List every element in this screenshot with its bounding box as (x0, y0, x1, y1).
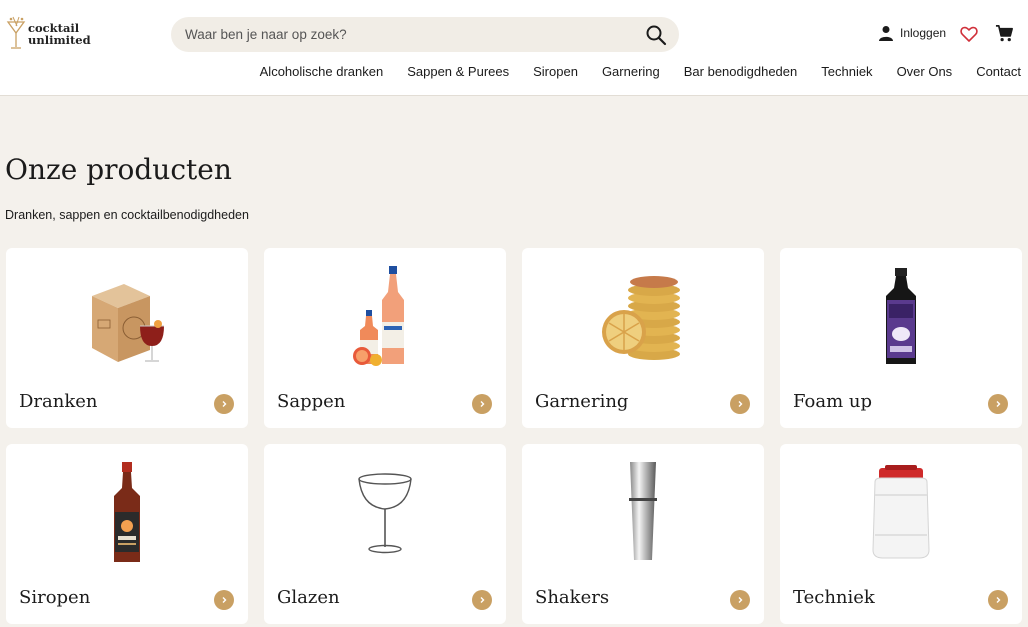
chevron-right-icon[interactable] (988, 394, 1008, 414)
page-title: Onze producten (5, 153, 232, 186)
drinks-box-icon (92, 284, 164, 362)
cocktail-logo-icon (6, 16, 26, 49)
category-label: Dranken (19, 391, 98, 412)
login-button[interactable]: Inloggen (878, 25, 946, 41)
chevron-right-icon[interactable] (472, 590, 492, 610)
cart-icon[interactable] (995, 24, 1014, 43)
wishlist-heart-icon[interactable] (960, 25, 978, 43)
syrup-bottle-icon (114, 462, 140, 562)
dried-citrus-icon (602, 276, 680, 360)
category-grid: Dranken Sappen Garnering Foam up Siropen… (6, 248, 1022, 624)
chevron-right-icon[interactable] (988, 590, 1008, 610)
category-label: Garnering (535, 391, 629, 412)
search-bar (171, 17, 679, 52)
chevron-right-icon[interactable] (730, 590, 750, 610)
brand-logo[interactable]: cocktail unlimited (6, 16, 96, 56)
chevron-right-icon[interactable] (472, 394, 492, 414)
login-label: Inloggen (900, 26, 947, 40)
category-card-siropen[interactable]: Siropen (6, 444, 248, 624)
category-card-dranken[interactable]: Dranken (6, 248, 248, 428)
nav-item-sappen-purees[interactable]: Sappen & Purees (407, 64, 509, 79)
search-input[interactable] (185, 27, 625, 42)
category-card-techniek[interactable]: Techniek (780, 444, 1022, 624)
nav-item-alcoholische-dranken[interactable]: Alcoholische dranken (260, 64, 384, 79)
nav-item-garnering[interactable]: Garnering (602, 64, 660, 79)
category-label: Techniek (793, 587, 875, 608)
category-card-sappen[interactable]: Sappen (264, 248, 506, 428)
category-card-shakers[interactable]: Shakers (522, 444, 764, 624)
brand-wordmark: cocktail unlimited (28, 22, 91, 46)
coupe-glass-icon (358, 473, 412, 554)
user-icon (879, 26, 893, 41)
category-label: Glazen (277, 587, 340, 608)
page-subtitle: Dranken, sappen en cocktailbenodigdheden (5, 208, 249, 222)
site-header: cocktail unlimited Inloggen Alcoholische… (0, 0, 1028, 96)
chevron-right-icon[interactable] (214, 394, 234, 414)
nav-item-over-ons[interactable]: Over Ons (897, 64, 953, 79)
category-label: Sappen (277, 391, 346, 412)
category-card-garnering[interactable]: Garnering (522, 248, 764, 428)
category-label: Shakers (535, 587, 610, 608)
main-nav: Alcoholische dranken Sappen & Purees Sir… (260, 64, 1021, 79)
category-label: Siropen (19, 587, 91, 608)
category-card-foam-up[interactable]: Foam up (780, 248, 1022, 428)
nav-item-siropen[interactable]: Siropen (533, 64, 578, 79)
chevron-right-icon[interactable] (730, 394, 750, 414)
juice-bottles-icon (353, 266, 404, 366)
brand-line-2: unlimited (28, 33, 91, 47)
chevron-right-icon[interactable] (214, 590, 234, 610)
category-label: Foam up (793, 391, 872, 412)
foam-bottle-icon (886, 268, 916, 364)
search-icon[interactable] (645, 24, 667, 46)
nav-item-contact[interactable]: Contact (976, 64, 1021, 79)
category-card-glazen[interactable]: Glazen (264, 444, 506, 624)
nav-item-techniek[interactable]: Techniek (821, 64, 872, 79)
shaker-icon (629, 462, 657, 560)
drum-container-icon (872, 465, 930, 559)
nav-item-bar-benodigdheden[interactable]: Bar benodigdheden (684, 64, 798, 79)
